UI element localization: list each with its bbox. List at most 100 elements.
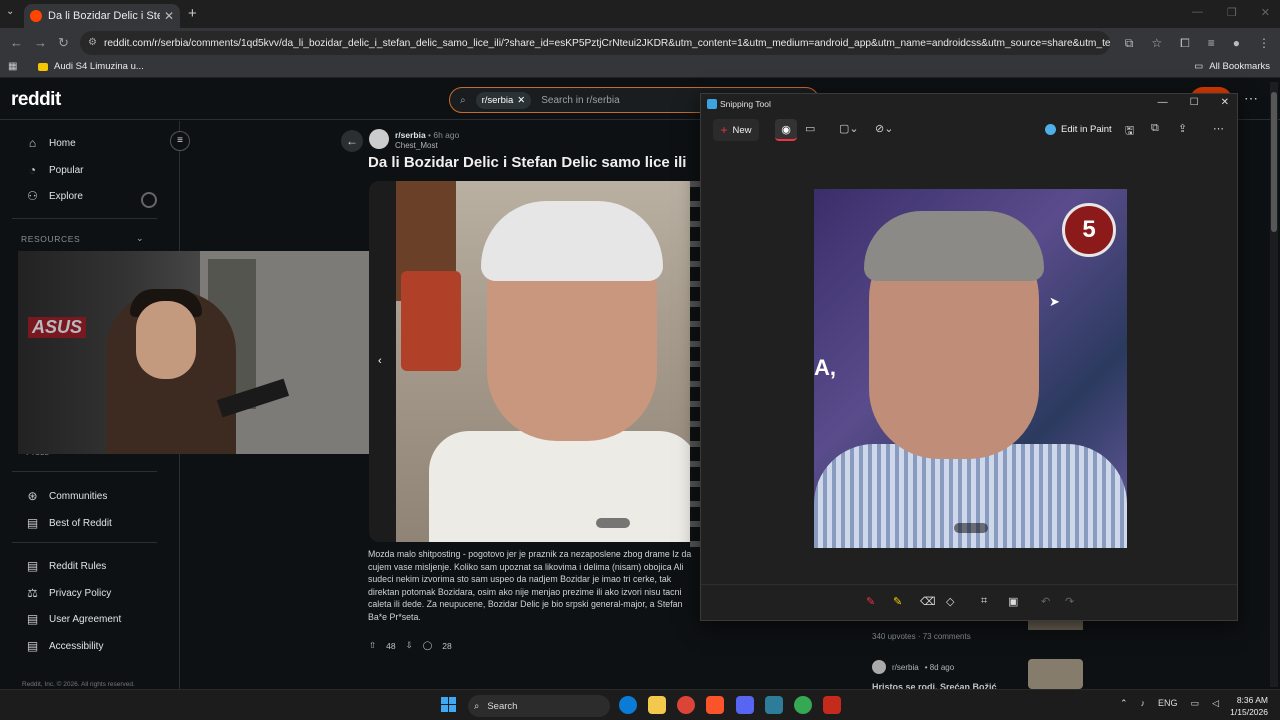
notepad-icon[interactable] [765, 696, 783, 714]
text-actions-icon[interactable]: ▣ [1008, 595, 1018, 608]
ballpoint-pen-icon[interactable]: ✎ [866, 595, 875, 608]
post-author[interactable]: Chest_Most [395, 141, 438, 150]
gallery-prev-icon[interactable]: ‹ [378, 355, 382, 367]
minimize-icon[interactable]: — [1192, 6, 1203, 19]
start-button-icon[interactable] [441, 697, 456, 712]
subreddit-avatar[interactable] [872, 660, 886, 674]
sidebar-item-reddit-rules[interactable]: ▤ Reddit Rules [26, 559, 106, 573]
discord-icon[interactable] [736, 696, 754, 714]
sidebar-item-privacy-policy[interactable]: ⚖ Privacy Policy [26, 586, 111, 600]
sidebar-item-explore[interactable]: ⚇ Explore [26, 189, 83, 203]
related-subreddit[interactable]: r/serbia [892, 663, 919, 672]
apps-grid-icon[interactable]: ▦ [8, 61, 17, 72]
sidebar-item-accessibility[interactable]: ▤ Accessibility [26, 639, 104, 653]
shapes-icon[interactable]: ◇ [946, 595, 954, 608]
screenshot-mode-icon[interactable]: ◉ [775, 119, 797, 141]
tab-search-icon[interactable]: ⌄ [6, 6, 14, 17]
sidebar-item-label: Best of Reddit [49, 517, 112, 529]
downvote-icon[interactable]: ⇩ [406, 640, 413, 651]
browser-tab-strip: ⌄ Da li Bozidar Delic i Stefan Delic ✕ +… [0, 0, 1280, 28]
upvote-icon[interactable]: ⇧ [369, 640, 376, 651]
close-icon[interactable]: ✕ [1221, 97, 1229, 108]
sidebar-item-communities[interactable]: ⊛ Communities [26, 489, 107, 503]
sidebar-item-popular[interactable]: ◔ Popular [26, 163, 84, 177]
taskbar-clock[interactable]: 8:36 AM 1/15/2026 [1228, 694, 1268, 718]
subreddit-name[interactable]: r/serbia [395, 130, 426, 140]
new-tab-button[interactable]: + [188, 5, 197, 22]
extensions-icon[interactable]: ⧠ [1180, 36, 1190, 51]
more-options-icon[interactable]: ⋯ [1244, 90, 1258, 107]
crop-icon[interactable]: ⌗ [981, 595, 987, 608]
edge-icon[interactable] [619, 696, 637, 714]
forward-icon[interactable]: → [34, 35, 47, 50]
divider [12, 218, 157, 219]
network-icon[interactable]: ▭ [1191, 698, 1200, 709]
post-image-gallery[interactable] [369, 181, 699, 542]
site-info-icon[interactable]: ⚙ [88, 37, 97, 48]
all-bookmarks-button[interactable]: ▭ All Bookmarks [1194, 61, 1270, 72]
taskbar-search[interactable]: ⌕ Search [468, 695, 610, 717]
resources-heading[interactable]: RESOURCES [21, 234, 80, 244]
redo-icon[interactable]: ↷ [1065, 595, 1074, 608]
privacy-icon: ⚖ [27, 586, 38, 600]
minimize-icon[interactable]: — [1158, 97, 1168, 108]
eraser-icon[interactable]: ⌫ [920, 595, 936, 608]
chevron-down-icon[interactable]: ⌄ [136, 233, 144, 244]
home-icon: ⌂ [28, 136, 37, 150]
chevron-up-icon[interactable]: ⌃ [1120, 698, 1128, 709]
back-button[interactable]: ← [341, 130, 363, 152]
volume-icon[interactable]: ◁ [1212, 698, 1219, 709]
microphone-icon[interactable]: ♪ [1141, 698, 1146, 709]
scrollbar-thumb[interactable] [1271, 92, 1277, 232]
save-icon[interactable]: 🖫 [1125, 122, 1134, 141]
address-bar[interactable]: ⚙ reddit.com/r/serbia/comments/1qd5kvv/d… [80, 31, 1110, 55]
loading-spinner-icon [141, 192, 157, 208]
install-app-icon[interactable]: ⧉ [1125, 36, 1134, 51]
sidebar-item-label: Accessibility [49, 640, 104, 652]
copy-icon[interactable]: ⧉ [1151, 122, 1159, 135]
back-icon[interactable]: ← [10, 35, 23, 50]
maximize-icon[interactable]: ❐ [1227, 6, 1237, 19]
related-post-thumbnail[interactable] [1028, 659, 1083, 689]
reddit-logo[interactable]: reddit [11, 89, 61, 111]
edit-in-paint-button[interactable]: Edit in Paint [1045, 124, 1112, 135]
bookmark-item[interactable]: Audi S4 Limuzina u... [38, 61, 144, 72]
chrome-profile-icon[interactable] [794, 696, 812, 714]
browser-tab[interactable]: Da li Bozidar Delic i Stefan Delic ✕ [24, 4, 180, 28]
share-icon[interactable]: ⇪ [1178, 122, 1187, 135]
search-input[interactable]: Search in r/serbia [541, 95, 619, 106]
snip-shape-dropdown-icon[interactable]: ▢⌄ [839, 122, 859, 135]
profile-avatar[interactable]: ● [1233, 36, 1240, 51]
window-title: Snipping Tool [720, 99, 771, 109]
maximize-icon[interactable]: ☐ [1190, 97, 1199, 108]
reload-icon[interactable]: ↻ [58, 35, 69, 51]
video-mode-icon[interactable]: ▭ [805, 122, 815, 135]
close-tab-icon[interactable]: ✕ [164, 9, 174, 23]
undo-icon[interactable]: ↶ [1041, 595, 1050, 608]
close-icon[interactable]: ✕ [1261, 6, 1270, 19]
bookmark-star-icon[interactable]: ☆ [1151, 36, 1162, 51]
language-indicator[interactable]: ENG [1158, 698, 1178, 709]
more-options-icon[interactable]: ⋯ [1213, 122, 1224, 135]
delay-dropdown-icon[interactable]: ⊘⌄ [875, 122, 893, 135]
brave-icon[interactable] [706, 696, 724, 714]
comment-icon[interactable]: ◯ [423, 640, 433, 651]
browser-menu-icon[interactable]: ⋮ [1258, 36, 1270, 51]
snipped-image[interactable]: 5 A, [814, 189, 1127, 548]
new-snip-button[interactable]: + New [713, 119, 759, 141]
media-icon[interactable]: ≡ [1208, 36, 1215, 51]
snipping-tool-taskbar-icon[interactable] [823, 696, 841, 714]
plus-icon: + [720, 123, 728, 137]
sidebar-item-user-agreement[interactable]: ▤ User Agreement [26, 612, 121, 626]
edit-in-paint-label: Edit in Paint [1061, 124, 1112, 135]
highlighter-icon[interactable]: ✎ [893, 595, 902, 608]
post-title: Da li Bozidar Delic i Stefan Delic samo … [368, 154, 687, 171]
collapse-sidebar-button[interactable]: ≡ [170, 131, 190, 151]
clear-chip-icon[interactable]: ✕ [517, 95, 525, 106]
sidebar-item-best-of-reddit[interactable]: ▤ Best of Reddit [26, 516, 112, 530]
chrome-icon[interactable] [677, 696, 695, 714]
subreddit-avatar[interactable] [369, 129, 389, 149]
subreddit-filter-chip[interactable]: r/serbia ✕ [475, 91, 532, 109]
file-explorer-icon[interactable] [648, 696, 666, 714]
sidebar-item-home[interactable]: ⌂ Home [26, 136, 76, 150]
